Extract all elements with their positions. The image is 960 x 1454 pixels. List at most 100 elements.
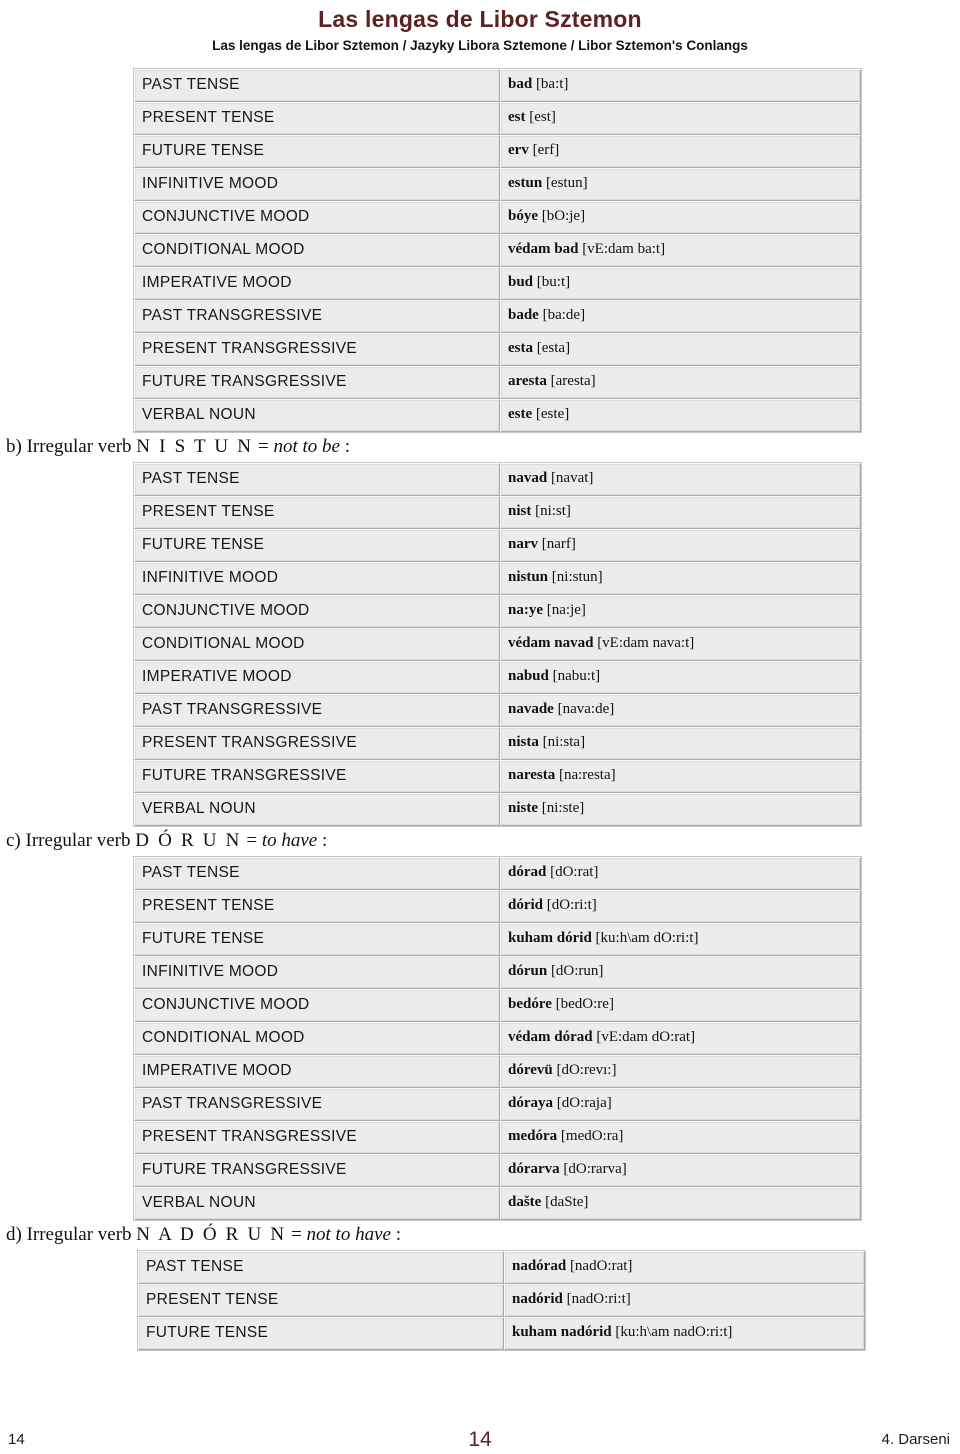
table-row: PRESENT TENSE nist [ni:st] bbox=[134, 495, 861, 529]
table-row: PAST TRANSGRESSIVE dóraya [dO:raja] bbox=[134, 1087, 861, 1121]
verb-form-cell: védam dórad [vE:dam dO:rat] bbox=[500, 1021, 861, 1055]
grammar-category-label: PRESENT TRANSGRESSIVE bbox=[134, 332, 500, 366]
grammar-category-label: VERBAL NOUN bbox=[134, 398, 500, 432]
verb-gloss-c: to have bbox=[261, 829, 318, 851]
pronunciation: [nadO:ri:t] bbox=[566, 1291, 631, 1308]
grammar-category-label: FUTURE TRANSGRESSIVE bbox=[134, 759, 500, 793]
table-row: CONDITIONAL MOOD védam dórad [vE:dam dO:r… bbox=[134, 1021, 861, 1055]
verb-form-cell: medóra [medO:ra] bbox=[500, 1120, 861, 1154]
grammar-category-label: PAST TENSE bbox=[134, 856, 500, 890]
verb-form-cell: niste [ni:ste] bbox=[500, 792, 861, 826]
table-row: CONJUNCTIVE MOOD na:ye [na:je] bbox=[134, 594, 861, 628]
verb-form-cell: dóraya [dO:raja] bbox=[500, 1087, 861, 1121]
verb-form: dórad bbox=[508, 864, 547, 881]
verb-form-cell: kuham nadórid [ku:h\am nadO:ri:t] bbox=[504, 1316, 865, 1350]
table-row: FUTURE TRANSGRESSIVE aresta [aresta] bbox=[134, 365, 861, 399]
verb-form: est bbox=[508, 109, 526, 126]
pronunciation: [na:je] bbox=[546, 602, 586, 619]
verb-form: nistun bbox=[508, 569, 549, 586]
grammar-category-label: PAST TRANSGRESSIVE bbox=[134, 1087, 500, 1121]
verb-form-cell: nadórad [nadO:rat] bbox=[504, 1250, 865, 1284]
heading-prefix-d: d) Irregular verb bbox=[6, 1223, 137, 1245]
pronunciation: [dO:raja] bbox=[556, 1095, 612, 1112]
verb-form-cell: bud [bu:t] bbox=[500, 266, 861, 300]
verb-form: védam navad bbox=[508, 635, 594, 652]
grammar-category-label: CONJUNCTIVE MOOD bbox=[134, 200, 500, 234]
heading-equals-c: = bbox=[241, 829, 262, 851]
pronunciation: [daSte] bbox=[545, 1194, 589, 1211]
pronunciation: [vE:dam nava:t] bbox=[597, 635, 695, 652]
verb-form-cell: dašte [daSte] bbox=[500, 1186, 861, 1220]
verb-gloss-d: not to have bbox=[306, 1223, 391, 1245]
table-row: INFINITIVE MOOD dórun [dO:run] bbox=[134, 955, 861, 989]
table-row: INFINITIVE MOOD nistun [ni:stun] bbox=[134, 561, 861, 595]
grammar-category-label: VERBAL NOUN bbox=[134, 792, 500, 826]
verb-form: kuham dórid bbox=[508, 930, 592, 947]
verb-form-cell: navade [nava:de] bbox=[500, 693, 861, 727]
verb-form-cell: kuham dórid [ku:h\am dO:ri:t] bbox=[500, 922, 861, 956]
footer-chapter-label: 4. Darseni bbox=[881, 1431, 950, 1448]
document-title: Las lengas de Libor Sztemon bbox=[318, 6, 642, 32]
pronunciation: [dO:ri:t] bbox=[546, 897, 597, 914]
pronunciation: [estun] bbox=[545, 175, 588, 192]
grammar-category-label: INFINITIVE MOOD bbox=[134, 167, 500, 201]
pronunciation: [ku:h\am dO:ri:t] bbox=[595, 930, 699, 947]
pronunciation: [erf] bbox=[532, 142, 560, 159]
verb-name-d: N A D Ó R U N bbox=[136, 1223, 287, 1245]
verb-form: bad bbox=[508, 76, 533, 93]
table-row: IMPERATIVE MOOD dórevü [dO:revı:] bbox=[134, 1054, 861, 1088]
grammar-category-label: CONJUNCTIVE MOOD bbox=[134, 594, 500, 628]
pronunciation: [ku:h\am nadO:ri:t] bbox=[615, 1324, 733, 1341]
verb-form: bade bbox=[508, 307, 539, 324]
table-row: PRESENT TENSE nadórid [nadO:ri:t] bbox=[138, 1283, 865, 1317]
pronunciation: [nadO:rat] bbox=[569, 1258, 633, 1275]
table-body-c: PAST TENSE dórad [dO:rat] PRESENT TENSE dór… bbox=[134, 856, 861, 1220]
table-row: PAST TRANSGRESSIVE navade [nava:de] bbox=[134, 693, 861, 727]
verb-form-cell: aresta [aresta] bbox=[500, 365, 861, 399]
section-heading-b: b) Irregular verb N I S T U N = not to b… bbox=[0, 433, 960, 462]
grammar-category-label: IMPERATIVE MOOD bbox=[134, 660, 500, 694]
pronunciation: [nava:de] bbox=[557, 701, 615, 718]
verb-form-cell: estun [estun] bbox=[500, 167, 861, 201]
verb-form: niste bbox=[508, 800, 538, 817]
verb-name-c: D Ó R U N bbox=[135, 829, 242, 851]
verb-form: bud bbox=[508, 274, 534, 291]
table-body-a: PAST TENSE bad [ba:t] PRESENT TENSE est [es… bbox=[134, 68, 861, 432]
pronunciation: [bedO:re] bbox=[555, 996, 614, 1013]
table-row: FUTURE TENSE narv [narf] bbox=[134, 528, 861, 562]
verb-form: erv bbox=[508, 142, 529, 159]
table-row: FUTURE TRANSGRESSIVE dórarva [dO:rarva] bbox=[134, 1153, 861, 1187]
section-heading-d: d) Irregular verb N A D Ó R U N = not to… bbox=[0, 1221, 960, 1250]
conjugation-section-a: PAST TENSE bad [ba:t] PRESENT TENSE est [es… bbox=[0, 67, 960, 433]
verb-form: aresta bbox=[508, 373, 547, 390]
conjugation-section-b: PAST TENSE navad [navat] PRESENT TENSE nist… bbox=[0, 461, 960, 827]
table-row: IMPERATIVE MOOD bud [bu:t] bbox=[134, 266, 861, 300]
verb-form-cell: na:ye [na:je] bbox=[500, 594, 861, 628]
pronunciation: [este] bbox=[535, 406, 570, 423]
page-footer: 14 14 4. Darseni bbox=[0, 1400, 960, 1454]
verb-form: nist bbox=[508, 503, 532, 520]
grammar-category-label: PAST TENSE bbox=[138, 1250, 504, 1284]
conjugation-table-a: PAST TENSE bad [ba:t] PRESENT TENSE est [es… bbox=[133, 67, 862, 433]
pronunciation: [vE:dam dO:rat] bbox=[596, 1029, 696, 1046]
verb-form: estun bbox=[508, 175, 543, 192]
conjugation-table-b: PAST TENSE navad [navat] PRESENT TENSE nist… bbox=[133, 461, 862, 827]
pronunciation: [dO:run] bbox=[550, 963, 604, 980]
verb-form-cell: naresta [na:resta] bbox=[500, 759, 861, 793]
verb-form: bedóre bbox=[508, 996, 552, 1013]
grammar-category-label: CONDITIONAL MOOD bbox=[134, 627, 500, 661]
grammar-category-label: PAST TRANSGRESSIVE bbox=[134, 693, 500, 727]
pronunciation: [aresta] bbox=[550, 373, 596, 390]
verb-form: naresta bbox=[508, 767, 556, 784]
verb-form: bóye bbox=[508, 208, 538, 225]
table-row: VERBAL NOUN dašte [daSte] bbox=[134, 1186, 861, 1220]
verb-form: nista bbox=[508, 734, 539, 751]
grammar-category-label: FUTURE TENSE bbox=[134, 528, 500, 562]
table-row: FUTURE TENSE kuham dórid [ku:h\am dO:ri:t… bbox=[134, 922, 861, 956]
table-row: FUTURE TENSE kuham nadórid [ku:h\am nadO:… bbox=[138, 1316, 865, 1350]
pronunciation: [dO:revı:] bbox=[556, 1062, 617, 1079]
verb-form-cell: dórad [dO:rat] bbox=[500, 856, 861, 890]
heading-prefix-b: b) Irregular verb bbox=[6, 435, 137, 457]
pronunciation: [bu:t] bbox=[536, 274, 571, 291]
verb-form-cell: dórarva [dO:rarva] bbox=[500, 1153, 861, 1187]
